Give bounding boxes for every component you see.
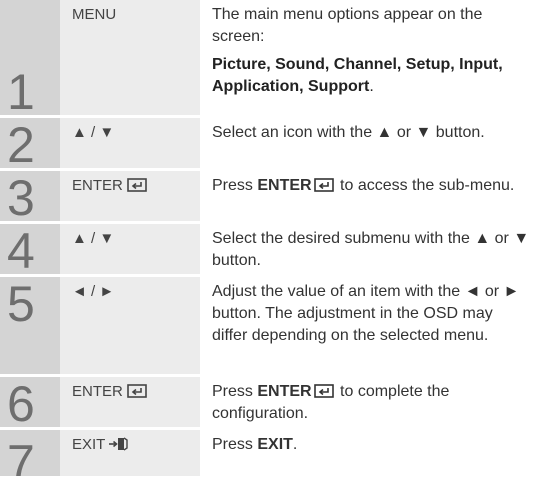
description-key: ENTER xyxy=(257,177,312,194)
step-number: 5 xyxy=(7,277,35,332)
description-text: Select the desired submenu with the ▲ or… xyxy=(212,230,530,269)
step-number-cell: 5 xyxy=(0,277,60,374)
step-number: 3 xyxy=(7,171,35,221)
step-row: 6 ENTER Press ENTER to complete the conf… xyxy=(0,377,539,430)
step-description: Press EXIT. xyxy=(200,430,539,476)
step-key: ENTER xyxy=(60,377,200,427)
key-label: ENTER xyxy=(72,177,123,194)
step-row: 7 EXIT Press EXIT. xyxy=(0,430,539,476)
enter-icon xyxy=(127,384,147,398)
description-suffix: to access the sub-menu. xyxy=(335,177,515,194)
step-description: The main menu options appear on the scre… xyxy=(200,0,539,115)
step-number: 2 xyxy=(7,118,35,168)
description-key: ENTER xyxy=(257,383,312,400)
description-text: The main menu options appear on the scre… xyxy=(212,6,483,45)
step-description: Select an icon with the ▲ or ▼ button. xyxy=(200,118,539,168)
description-prefix: Press xyxy=(212,436,258,453)
key-label: MENU xyxy=(72,6,117,23)
step-key: MENU xyxy=(60,0,200,115)
menu-options-suffix: . xyxy=(369,78,374,95)
step-number-cell: 7 xyxy=(0,430,60,476)
step-description: Press ENTER to complete the configuratio… xyxy=(200,377,539,427)
description-prefix: Press xyxy=(212,177,258,194)
description-key: EXIT xyxy=(257,436,293,453)
description-text: Adjust the value of an item with the ◄ o… xyxy=(212,283,520,344)
key-label: ◄ / ► xyxy=(72,283,115,300)
step-key: ◄ / ► xyxy=(60,277,200,374)
step-number-cell: 2 xyxy=(0,118,60,168)
step-number-cell: 1 xyxy=(0,0,60,115)
step-key: ENTER xyxy=(60,171,200,221)
step-row: 1 MENU The main menu options appear on t… xyxy=(0,0,539,118)
menu-options-list: Picture, Sound, Channel, Setup, Input, A… xyxy=(212,54,531,98)
enter-icon xyxy=(313,384,334,398)
step-description: Select the desired submenu with the ▲ or… xyxy=(200,224,539,274)
key-label: ▲ / ▼ xyxy=(72,230,115,247)
step-number: 7 xyxy=(7,435,35,476)
menu-steps-table: 1 MENU The main menu options appear on t… xyxy=(0,0,539,476)
step-number: 6 xyxy=(7,377,35,427)
description-text: Select an icon with the ▲ or ▼ button. xyxy=(212,124,485,141)
step-row: 5 ◄ / ► Adjust the value of an item with… xyxy=(0,277,539,377)
step-description: Press ENTER to access the sub-menu. xyxy=(200,171,539,221)
key-label: ENTER xyxy=(72,383,123,400)
menu-options-text: Picture, Sound, Channel, Setup, Input, A… xyxy=(212,56,503,95)
step-row: 3 ENTER Press ENTER to access the sub-me… xyxy=(0,171,539,224)
step-number-cell: 6 xyxy=(0,377,60,427)
description-prefix: Press xyxy=(212,383,258,400)
step-number: 1 xyxy=(7,64,35,115)
step-row: 2 ▲ / ▼ Select an icon with the ▲ or ▼ b… xyxy=(0,118,539,171)
key-label: EXIT xyxy=(72,436,106,453)
step-number-cell: 3 xyxy=(0,171,60,221)
description-suffix: . xyxy=(292,436,298,453)
step-key: EXIT xyxy=(60,430,200,476)
key-label: ▲ / ▼ xyxy=(72,124,115,141)
step-key: ▲ / ▼ xyxy=(60,118,200,168)
step-key: ▲ / ▼ xyxy=(60,224,200,274)
step-number-cell: 4 xyxy=(0,224,60,274)
enter-icon xyxy=(127,178,147,192)
exit-icon xyxy=(109,437,129,451)
step-description: Adjust the value of an item with the ◄ o… xyxy=(200,277,539,374)
enter-icon xyxy=(313,178,334,192)
step-number: 4 xyxy=(7,224,35,274)
step-row: 4 ▲ / ▼ Select the desired submenu with … xyxy=(0,224,539,277)
